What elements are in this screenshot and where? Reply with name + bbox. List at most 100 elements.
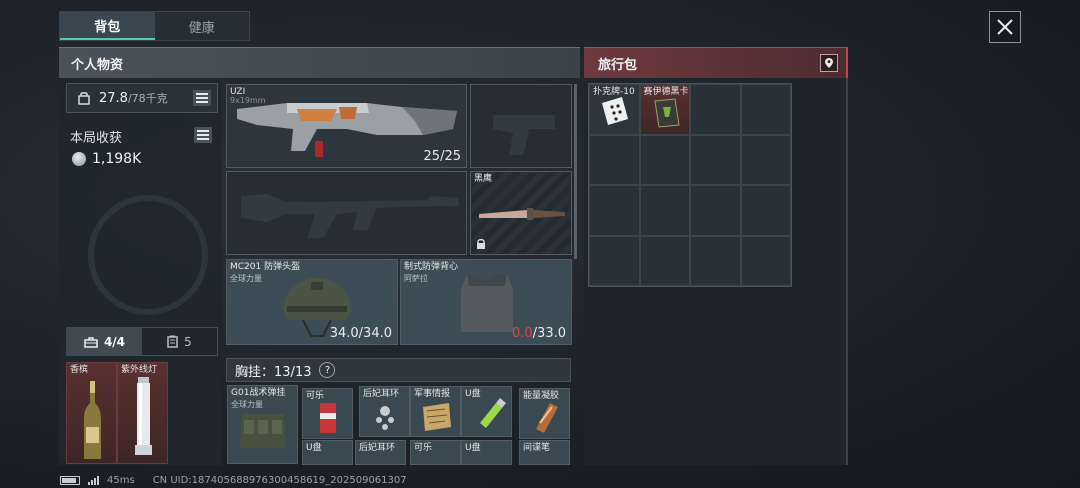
weight-list-button[interactable] [193,90,211,106]
travel-bag-grid: 扑克牌-10 赛伊德黑卡 [588,83,792,287]
tab-pocket-secure[interactable]: 5 [142,328,217,355]
rifle-placeholder-icon [241,194,459,238]
chest-item-cola-2[interactable]: 可乐 [410,440,461,465]
pocket-tabs: 4/4 5 [66,327,218,356]
income-list-button[interactable] [194,127,212,143]
primary-weapon-slot[interactable]: UZI 9x19mm 25/25 [226,84,467,168]
chest-item-usb[interactable]: U盘 [461,386,512,437]
grid-cell[interactable] [690,84,741,135]
chest-item-intel[interactable]: 军事情报 [410,386,461,437]
income-label: 本局收获 [70,131,123,146]
grid-cell[interactable] [639,185,690,236]
pistol-placeholder-icon [493,115,555,155]
scrollbar[interactable] [574,84,577,259]
container-icon [167,335,178,348]
helmet-durability-current: 34.0 [329,326,359,341]
pistol-slot[interactable] [470,84,572,168]
tab-health[interactable]: 健康 [155,12,250,40]
grid-cell[interactable] [690,185,741,236]
ping-value: 45ms [107,474,135,486]
battery-icon [60,475,80,485]
item-label: U盘 [306,443,322,453]
chest-rig-header: 胸挂：13/13 ? [226,358,571,382]
chest-item-energy-gel[interactable]: 能量凝胶 [519,388,570,439]
chest-count: 13/13 [274,364,312,380]
weight-max: /78千克 [127,92,168,105]
chest-label: 胸挂：13/13 [235,361,311,380]
pocket-item-champagne[interactable]: 香槟 [66,362,117,464]
chest-rig-icon [240,414,286,448]
income-box: 本局收获 1,198K [66,120,218,175]
intel-map-icon [423,403,451,431]
helmet-durability: 34.0/34.0 [330,326,392,341]
close-button[interactable] [989,11,1021,43]
close-icon [997,19,1013,35]
grid-cell[interactable] [589,134,640,185]
income-value: 1,198K [92,151,142,167]
weight-current: 27.8 [99,90,128,106]
grid-cell[interactable] [740,185,791,236]
grid-cell[interactable] [740,134,791,185]
grid-cell[interactable] [690,235,741,286]
uid-text: CN UID:187405688976300458619_20250906130… [152,474,407,486]
secondary-weapon-slot[interactable] [226,171,467,255]
weight-display: 27.8 /78千克 [66,83,218,113]
income-row: 1,198K [72,151,141,167]
travel-title: 旅行包 [598,57,638,73]
secure-count: 5 [184,334,192,349]
vest-durability-current: 0.0 [511,326,533,341]
item-label: 可乐 [414,443,433,453]
soda-can-icon [320,403,336,433]
earring-icon [376,406,394,430]
chest-item-spy-pen[interactable]: 间谍笔 [519,440,570,465]
champagne-icon [84,381,101,459]
uv-lamp-icon [135,377,152,455]
tab-backpack[interactable]: 背包 [60,12,155,40]
vest-slot[interactable]: 制式防弹背心 阿萨拉 0.0/33.0 [400,259,572,345]
melee-slot[interactable]: 黑鹰 [470,171,572,255]
black-card-icon [653,98,680,128]
top-tabs: 背包 健康 [59,11,250,41]
grid-cell[interactable]: 赛伊德黑卡 [639,84,690,135]
chest-item-earring[interactable]: 后妃耳环 [359,386,410,437]
weight-icon [78,92,90,105]
lock-icon [477,238,485,249]
grid-cell[interactable] [589,235,640,286]
grid-cell[interactable] [690,134,741,185]
chest-item-usb-2[interactable]: U盘 [302,440,353,465]
grid-cell[interactable] [740,84,791,135]
helmet-durability-max: /34.0 [358,326,392,341]
pocket-item-uv-lamp[interactable]: 紫外线灯 [117,362,168,464]
energy-gel-icon [536,403,558,433]
help-button[interactable]: ? [319,362,336,378]
emblem-watermark [88,195,208,315]
chest-label-text: 胸挂： [235,364,275,380]
playing-card-icon [602,97,628,125]
chest-item-usb-3[interactable]: U盘 [461,440,512,465]
coin-icon [72,152,86,166]
vest-durability: 0.0/33.0 [512,326,566,341]
toolbox-icon [84,336,98,348]
travel-header: 旅行包 [584,47,848,78]
status-bar: 45ms CN UID:187405688976300458619_202509… [60,473,407,487]
personal-header: 个人物资 [59,47,580,78]
chest-item-earring-2[interactable]: 后妃耳环 [355,440,406,465]
weapon-ammo: 25/25 [423,149,461,164]
signal-icon [88,475,99,485]
grid-cell[interactable] [589,185,640,236]
item-label: 间谍笔 [523,443,551,453]
tab-pocket-items[interactable]: 4/4 [67,328,142,355]
helmet-slot[interactable]: MC201 防弹头盔 全球力量 34.0/34.0 [226,259,398,345]
item-label: U盘 [465,443,481,453]
grid-cell[interactable]: 扑克牌-10 [589,84,640,135]
item-label: 后妃耳环 [359,443,396,453]
chest-rig-slot[interactable]: G01战术弹挂 全球力量 [227,385,298,464]
pocket-count: 4/4 [103,334,126,349]
chest-item-cola[interactable]: 可乐 [302,388,353,439]
usb-drive-icon [480,398,506,428]
location-pin-icon[interactable] [820,54,838,72]
vest-durability-max: /33.0 [532,326,566,341]
grid-cell[interactable] [740,235,791,286]
grid-cell[interactable] [639,134,690,185]
grid-cell[interactable] [639,235,690,286]
